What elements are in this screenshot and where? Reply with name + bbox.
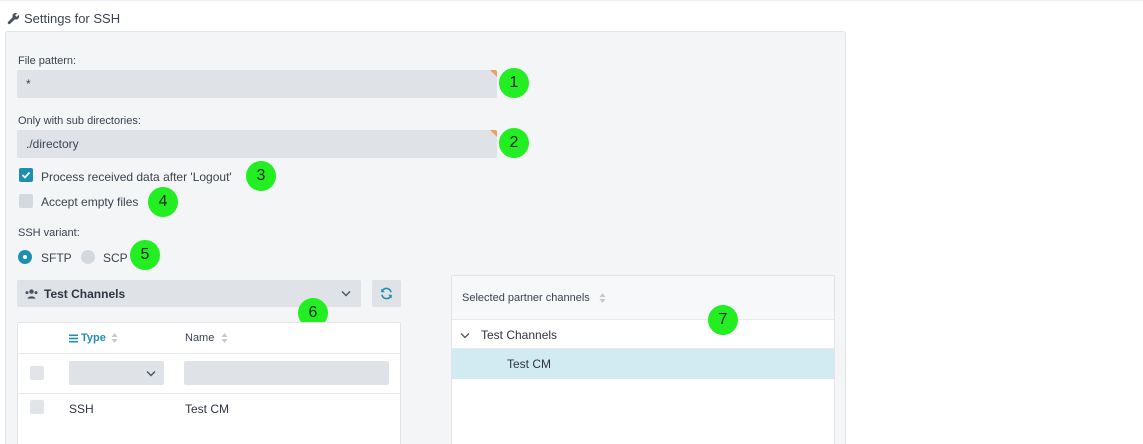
filter-row-checkbox[interactable] [30,366,44,380]
scp-radio-label: SCP [103,251,128,265]
process-after-logout-label: Process received data after 'Logout' [41,170,232,184]
partner-panel-header: Selected partner channels [452,276,834,320]
channel-group-select-value: Test Channels [44,287,126,301]
list-icon [69,334,78,343]
page-title: Settings for SSH [24,11,121,26]
file-pattern-label: File pattern: [18,55,77,67]
file-pattern-input[interactable]: * [17,70,497,98]
sub-directories-input[interactable]: ./directory [17,130,497,158]
table-row[interactable]: SSH Test CM [18,394,400,424]
sub-directories-label: Only with sub directories: [18,115,141,127]
annotation-marker-2: 2 [499,128,529,158]
partner-channel-item[interactable]: Test CM [452,349,834,379]
accept-empty-files-checkbox[interactable] [19,194,33,208]
page-header: Settings for SSH [0,0,1143,34]
process-after-logout-checkbox[interactable] [19,168,33,182]
annotation-marker-5: 5 [130,240,160,270]
type-filter-select[interactable] [69,361,164,385]
partner-group-label: Test Channels [481,328,558,342]
channel-table: Type Name SSH Test CM [17,322,401,444]
row-divider [18,353,400,354]
checkmark-icon [21,171,31,179]
column-header-type[interactable]: Type [81,332,106,344]
partner-channel-label: Test CM [507,357,552,371]
name-filter-input[interactable] [184,361,389,385]
row-name: Test CM [185,402,230,416]
chevron-down-icon [146,371,156,377]
selected-partner-channels-panel: Selected partner channels Test Channels … [451,275,835,444]
row-checkbox[interactable] [30,400,44,414]
accept-empty-files-label: Accept empty files [41,195,139,209]
column-header-name[interactable]: Name [185,332,214,344]
users-icon [25,289,38,299]
annotation-marker-4: 4 [148,187,178,217]
sort-icon[interactable] [111,332,118,344]
chevron-down-icon[interactable] [460,332,470,339]
row-type: SSH [69,402,94,416]
file-pattern-value: * [26,77,31,91]
annotation-marker-7: 7 [708,305,738,335]
sort-icon[interactable] [221,332,228,344]
scp-radio[interactable] [81,250,95,264]
partner-group-row[interactable]: Test Channels [452,320,834,349]
sftp-radio[interactable] [18,250,32,264]
wrench-icon [7,12,20,25]
annotation-marker-1: 1 [499,68,529,98]
required-corner-icon [490,70,497,77]
sort-icon[interactable] [599,292,606,304]
sub-directories-value: ./directory [26,137,79,151]
annotation-marker-3: 3 [246,161,276,191]
ssh-variant-label: SSH variant: [18,227,80,239]
refresh-icon [381,287,392,300]
partner-panel-title[interactable]: Selected partner channels [462,292,590,304]
chevron-down-icon [341,291,351,297]
refresh-button[interactable] [372,280,401,307]
required-corner-icon [490,130,497,137]
sftp-radio-label: SFTP [41,251,72,265]
